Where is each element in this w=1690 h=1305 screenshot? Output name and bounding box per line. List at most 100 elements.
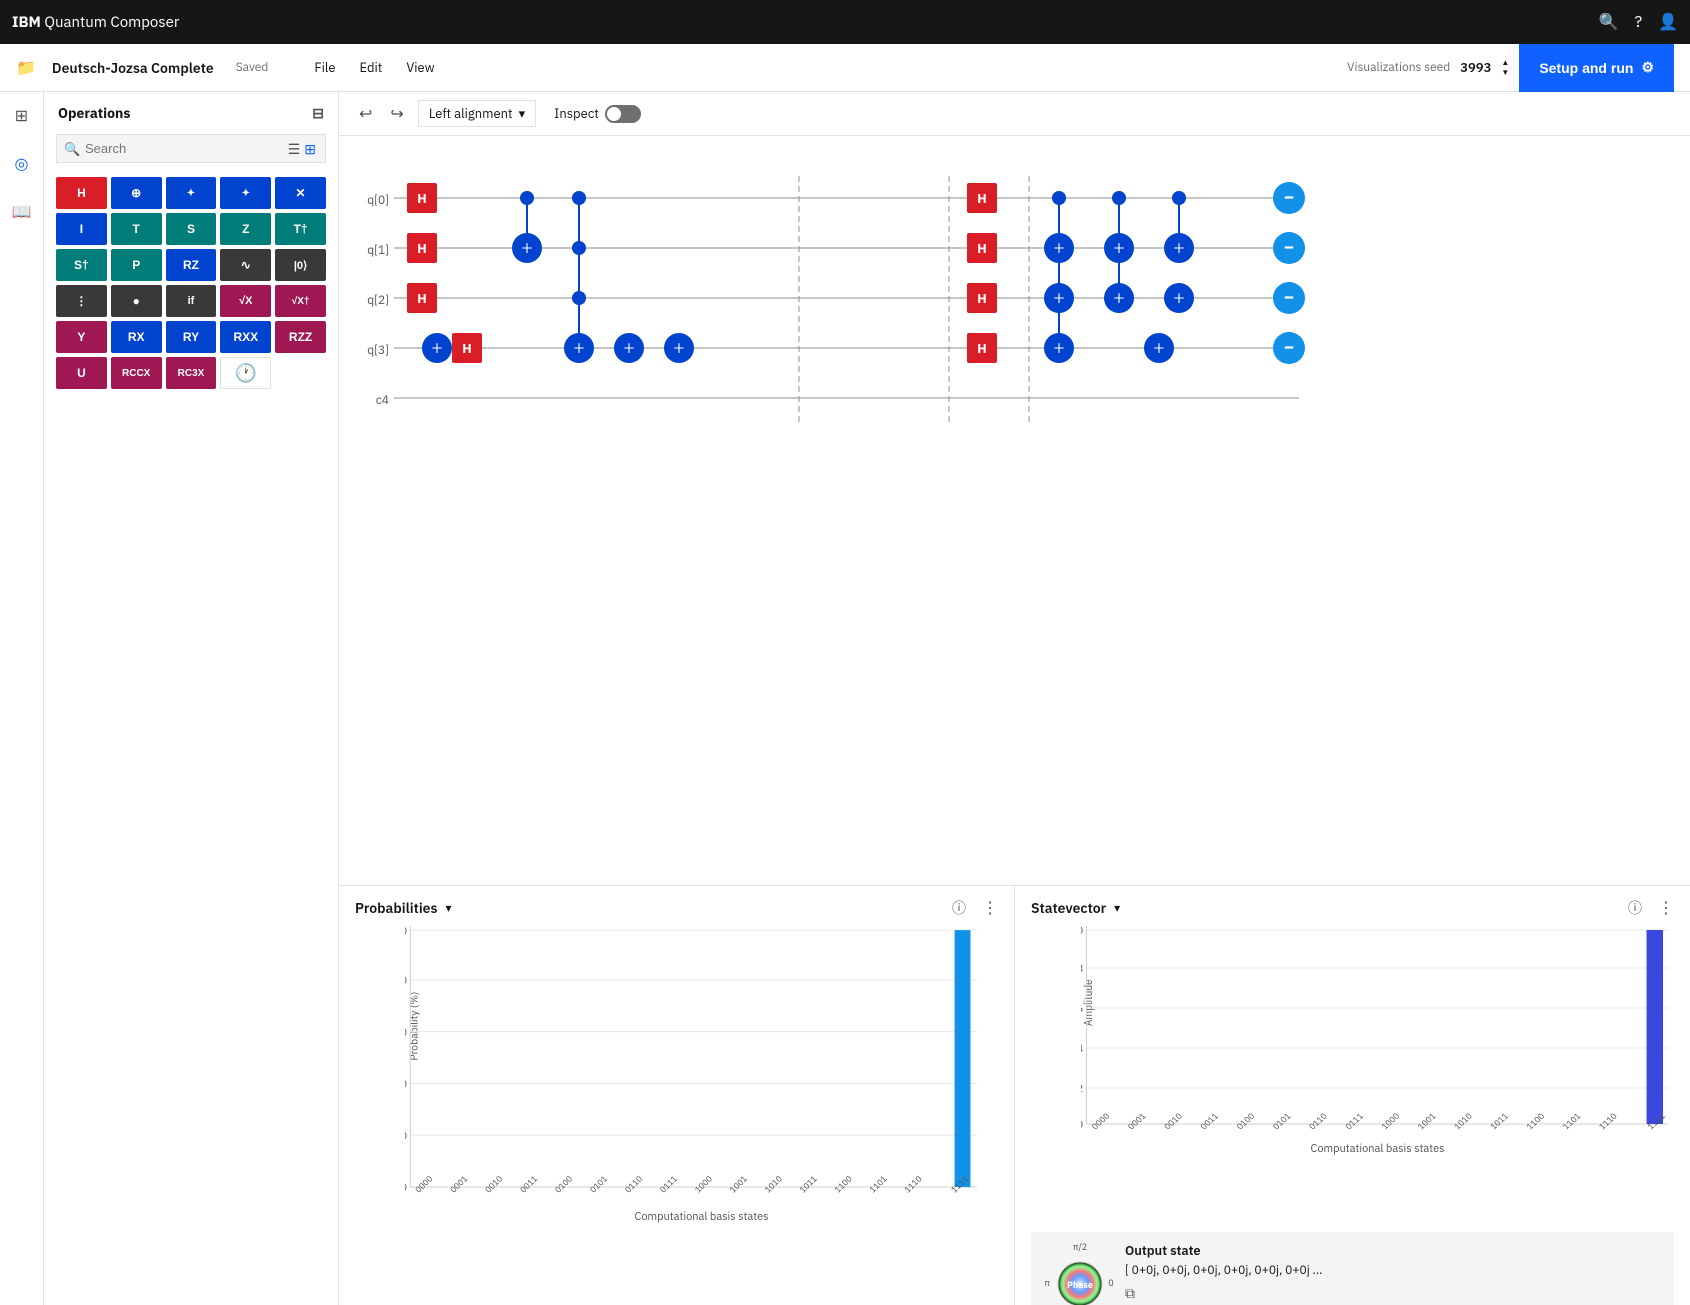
gate-RXX[interactable]: RXX bbox=[220, 321, 271, 353]
svg-text:0111: 0111 bbox=[658, 1174, 680, 1196]
gate-Sdagger[interactable]: S† bbox=[56, 249, 107, 281]
redo-button[interactable]: ↪ bbox=[386, 100, 407, 128]
inspect-toggle-track[interactable] bbox=[605, 105, 641, 123]
svg-text:20: 20 bbox=[405, 1128, 407, 1142]
book-icon[interactable]: 📖 bbox=[6, 196, 38, 228]
collapse-icon[interactable]: ⊟ bbox=[312, 104, 324, 122]
app-logo-ibm: IBM Quantum Composer bbox=[12, 13, 179, 32]
prob-more-icon[interactable]: ⋮ bbox=[982, 898, 998, 918]
gate-RZ[interactable]: RZ bbox=[166, 249, 217, 281]
svg-text:1010: 1010 bbox=[1452, 1111, 1475, 1132]
bar-1111 bbox=[955, 930, 971, 1187]
view-menu[interactable]: View bbox=[396, 55, 444, 80]
gate-dot[interactable]: ● bbox=[111, 285, 162, 317]
svg-text:0110: 0110 bbox=[623, 1174, 645, 1196]
toolbar: 📁 Deutsch-Jozsa Complete Saved File Edit… bbox=[0, 44, 1690, 92]
gate-clock[interactable]: 🕐 bbox=[220, 357, 271, 389]
ops-search: 🔍 ☰ ⊞ bbox=[56, 134, 326, 163]
setup-run-button[interactable]: Setup and run ⚙ bbox=[1519, 44, 1674, 92]
alignment-select[interactable]: Left alignment ▾ bbox=[418, 100, 536, 127]
gate-RC3X[interactable]: RC3X bbox=[166, 357, 217, 389]
copy-icon[interactable]: ⧉ bbox=[1125, 1284, 1135, 1302]
sv-chart-wrapper: Amplitude 1.0 0.8 0.6 0.4 0.2 0.0 bbox=[1031, 926, 1674, 1226]
edit-menu[interactable]: Edit bbox=[350, 55, 393, 80]
svg-text:Probability (%): Probability (%) bbox=[407, 992, 421, 1061]
search-input[interactable] bbox=[56, 134, 326, 163]
svg-text:+: + bbox=[1173, 233, 1185, 260]
list-view-icon[interactable]: ☰ bbox=[288, 140, 301, 158]
gate-wave[interactable]: ∿ bbox=[220, 249, 271, 281]
gate-ctrl1[interactable]: ✦ bbox=[166, 177, 217, 209]
gate-RCCX[interactable]: RCCX bbox=[111, 357, 162, 389]
output-state-title: Output state bbox=[1125, 1242, 1660, 1259]
svg-text:1101: 1101 bbox=[867, 1174, 889, 1196]
vis-seed-arrows[interactable]: ▲ ▼ bbox=[1501, 58, 1509, 78]
gate-X[interactable]: ✕ bbox=[275, 177, 326, 209]
gate-dots[interactable]: ⋮ bbox=[56, 285, 107, 317]
file-menu[interactable]: File bbox=[304, 55, 345, 80]
gate-H[interactable]: H bbox=[56, 177, 107, 209]
ops-grid: H ⊕ ✦ ✦ ✕ I T S Z T† S† P RZ ∿ |0⟩ ⋮ ● i… bbox=[44, 171, 338, 395]
help-icon[interactable]: ? bbox=[1634, 12, 1642, 32]
search-icon[interactable]: 🔍 bbox=[1599, 12, 1619, 32]
svg-text:0110: 0110 bbox=[1307, 1111, 1330, 1132]
prob-panel-title: Probabilities bbox=[355, 899, 437, 917]
settings-icon: ⚙ bbox=[1641, 59, 1654, 76]
circuit-icon[interactable]: ◎ bbox=[9, 148, 35, 180]
svg-text:0111: 0111 bbox=[1343, 1111, 1366, 1132]
svg-text:0001: 0001 bbox=[448, 1174, 470, 1196]
main-layout: ⊞ ◎ 📖 Operations ⊟ 🔍 ☰ ⊞ H ⊕ ✦ ✦ ✕ I T bbox=[0, 92, 1690, 1305]
svg-text:π: π bbox=[1045, 1278, 1050, 1289]
gate-RY[interactable]: RY bbox=[166, 321, 217, 353]
gate-U[interactable]: U bbox=[56, 357, 107, 389]
svg-text:60: 60 bbox=[405, 1025, 407, 1039]
user-icon[interactable]: 👤 bbox=[1658, 12, 1678, 32]
prob-chart-wrapper: Probability (%) 100 80 60 40 20 0 bbox=[355, 926, 998, 1297]
gate-sqrtXdagger[interactable]: √X† bbox=[275, 285, 326, 317]
circuit-toolbar: ↩ ↪ Left alignment ▾ Inspect bbox=[339, 92, 1690, 136]
sv-info-icon[interactable]: ⓘ bbox=[1628, 898, 1642, 918]
gate-sqrtX[interactable]: √X bbox=[220, 285, 271, 317]
gate-Z[interactable]: Z bbox=[220, 213, 271, 245]
svg-text:Phase: Phase bbox=[1067, 1280, 1093, 1291]
svg-text:H: H bbox=[977, 240, 986, 257]
gate-RX[interactable]: RX bbox=[111, 321, 162, 353]
file-icon: 📁 bbox=[16, 58, 36, 78]
svg-text:1011: 1011 bbox=[797, 1174, 819, 1196]
gate-P[interactable]: P bbox=[111, 249, 162, 281]
svg-text:π/2: π/2 bbox=[1073, 1242, 1087, 1253]
svg-text:1100: 1100 bbox=[1524, 1111, 1547, 1132]
svg-text:+: + bbox=[1053, 283, 1065, 310]
gate-RZZ[interactable]: RZZ bbox=[275, 321, 326, 353]
prob-info-icon[interactable]: ⓘ bbox=[952, 898, 966, 918]
svg-text:0.8: 0.8 bbox=[1081, 962, 1083, 975]
gate-ctrl2[interactable]: ✦ bbox=[220, 177, 271, 209]
sv-more-icon[interactable]: ⋮ bbox=[1658, 898, 1674, 918]
svg-text:40: 40 bbox=[405, 1077, 407, 1091]
gate-0ket[interactable]: |0⟩ bbox=[275, 249, 326, 281]
ops-header: Operations ⊟ bbox=[44, 92, 338, 130]
dashboard-icon[interactable]: ⊞ bbox=[9, 100, 34, 132]
statevector-panel: Statevector ▾ ⓘ ⋮ Amplitude 1.0 0.8 0.6 bbox=[1015, 886, 1690, 1305]
gate-Y[interactable]: Y bbox=[56, 321, 107, 353]
gate-if[interactable]: if bbox=[166, 285, 217, 317]
svg-text:1101: 1101 bbox=[1560, 1111, 1583, 1132]
svg-text:0.0: 0.0 bbox=[1081, 1118, 1083, 1131]
prob-dropdown-icon[interactable]: ▾ bbox=[445, 901, 451, 916]
svg-text:1010: 1010 bbox=[762, 1174, 784, 1196]
qubit-label-3: q[3] bbox=[367, 343, 389, 358]
prob-panel-header: Probabilities ▾ ⓘ ⋮ bbox=[355, 898, 998, 918]
gate-I[interactable]: I bbox=[56, 213, 107, 245]
gate-S[interactable]: S bbox=[166, 213, 217, 245]
toolbar-right: Visualizations seed 3993 ▲ ▼ Setup and r… bbox=[1347, 44, 1674, 92]
svg-text:100: 100 bbox=[405, 926, 407, 937]
qubit-label-0: q[0] bbox=[367, 193, 389, 208]
gate-T[interactable]: T bbox=[111, 213, 162, 245]
undo-button[interactable]: ↩ bbox=[355, 100, 376, 128]
gate-XOR[interactable]: ⊕ bbox=[111, 177, 162, 209]
gate-Tdagger[interactable]: T† bbox=[275, 213, 326, 245]
sv-dropdown-icon[interactable]: ▾ bbox=[1114, 901, 1120, 916]
svg-text:0.2: 0.2 bbox=[1081, 1082, 1083, 1095]
svg-text:−: − bbox=[1284, 285, 1295, 308]
grid-view-icon[interactable]: ⊞ bbox=[304, 140, 316, 158]
